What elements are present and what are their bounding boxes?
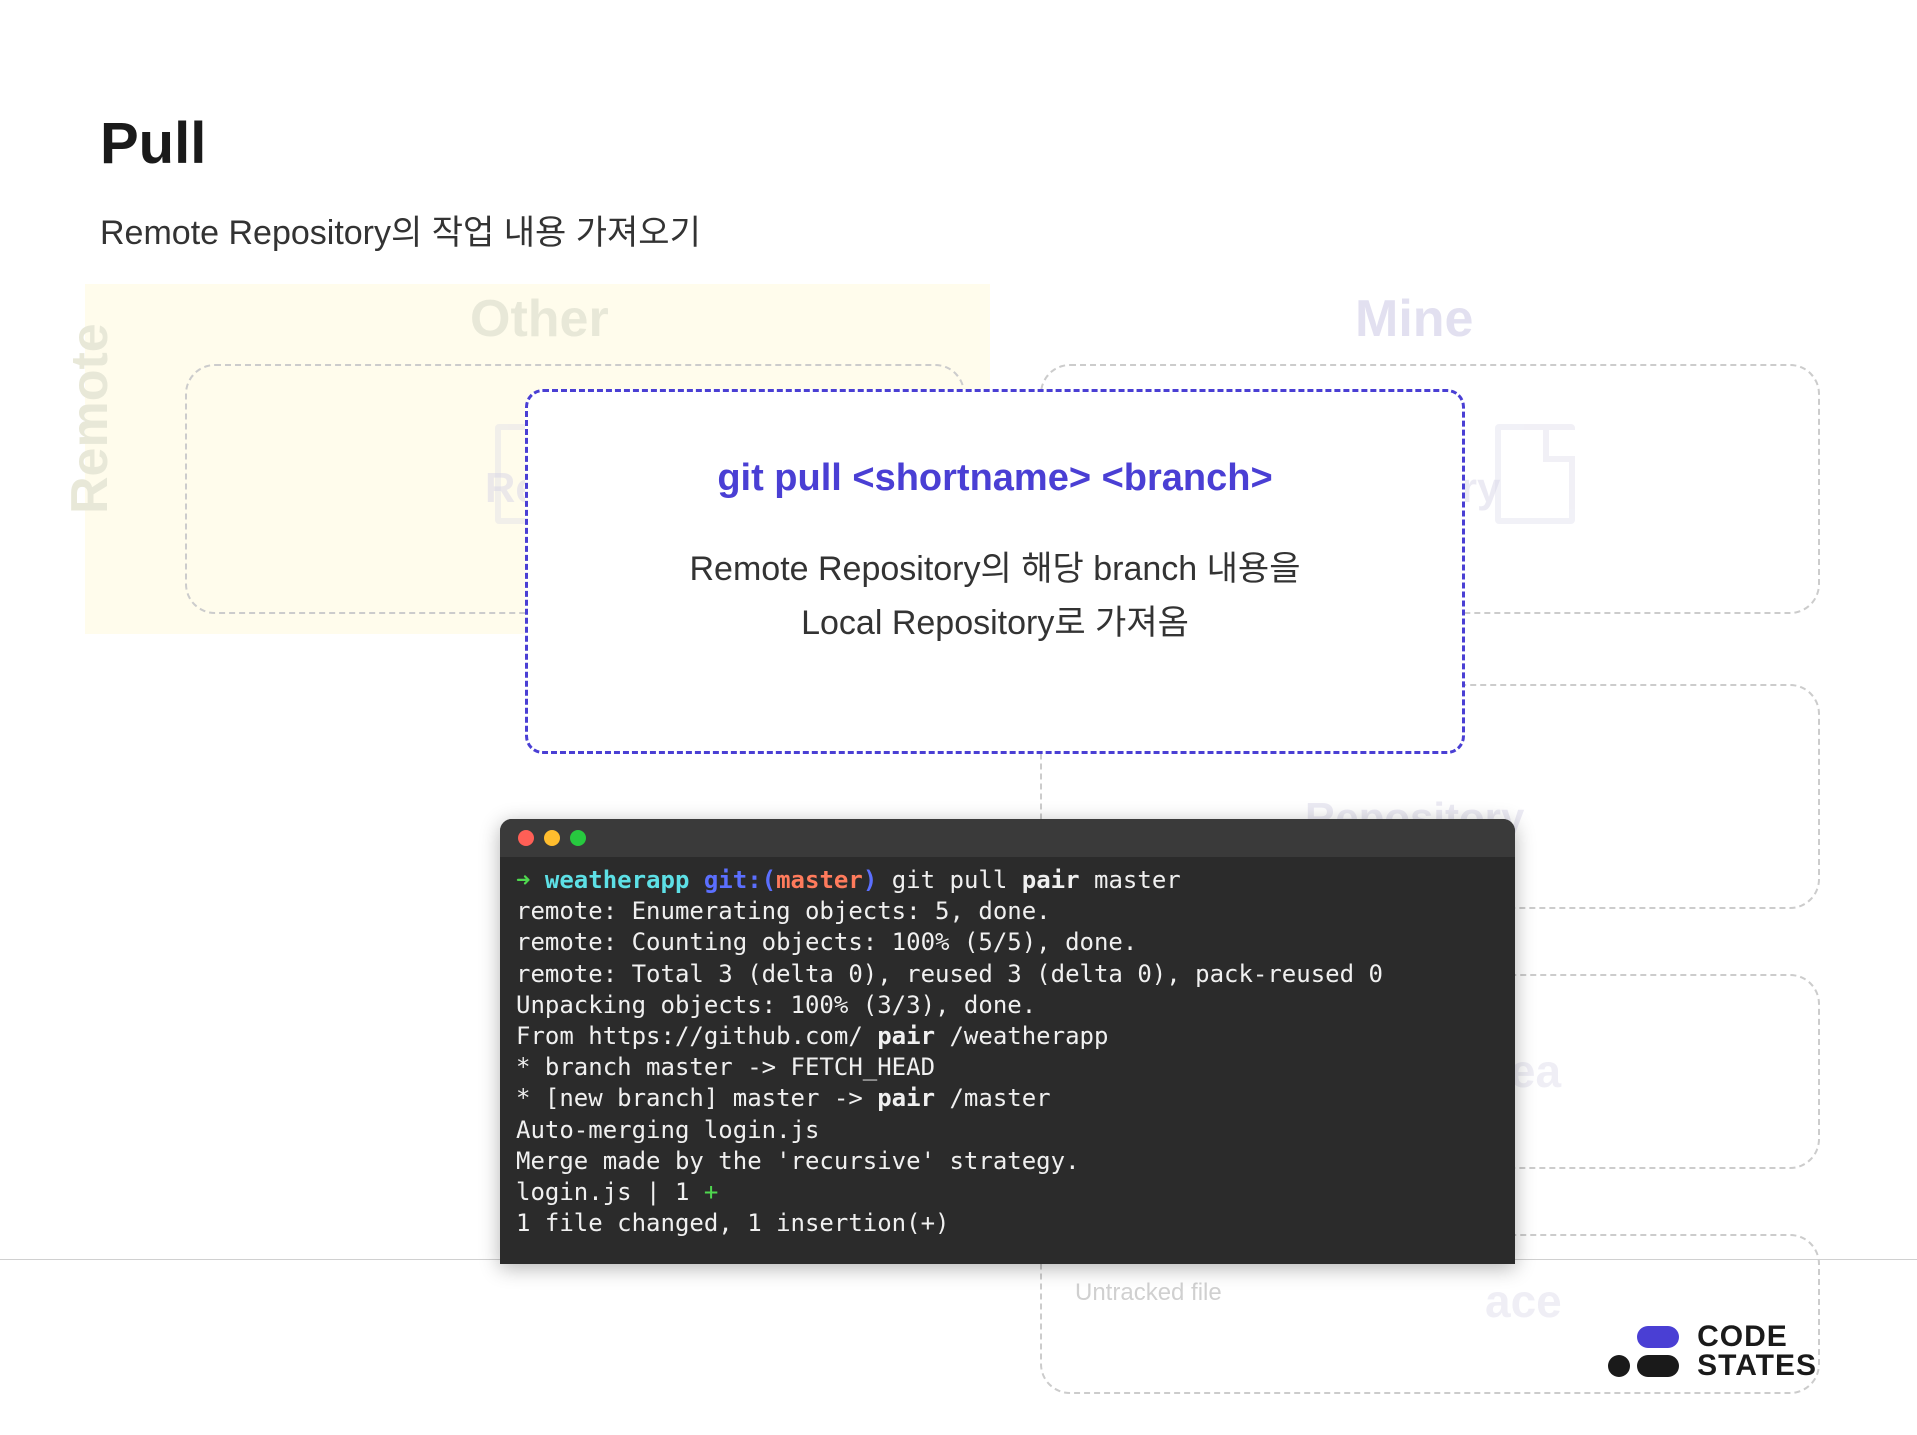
terminal-line: remote: Enumerating objects: 5, done. [516,896,1499,927]
slide-title: Pull [100,110,1817,177]
terminal-line: Unpacking objects: 100% (3/3), done. [516,990,1499,1021]
terminal-remote-name: pair [1022,866,1080,894]
minimize-icon[interactable] [544,830,560,846]
desc-line2: Local Repository로 가져옴 [801,604,1189,642]
close-icon[interactable] [518,830,534,846]
command-description: Remote Repository의 해당 branch 내용을 Local R… [568,542,1422,651]
terminal-line: remote: Counting objects: 100% (5/5), do… [516,927,1499,958]
terminal-line: login.js | 1 + [516,1177,1499,1208]
slide: Pull Remote Repository의 작업 내용 가져오기 Remot… [0,0,1917,1435]
prompt-arrow-icon: ➜ [516,866,530,894]
mine-column-label: Mine [1355,289,1473,349]
terminal-line: 1 file changed, 1 insertion(+) [516,1208,1499,1239]
brand-name: CODE STATES [1697,1323,1817,1380]
untracked-file-label: Untracked file [1075,1279,1222,1307]
terminal-line: Auto-merging login.js [516,1115,1499,1146]
terminal-line: From https://github.com/ pair /weatherap… [516,1021,1499,1052]
prompt-directory: weatherapp [545,866,690,894]
workspace-label: ace [1485,1274,1562,1328]
prompt-git-prefix: git:( [704,866,776,894]
info-callout: git pull <shortname> <branch> Remote Rep… [525,389,1465,754]
terminal-titlebar [500,819,1515,857]
terminal-line: * branch master -> FETCH_HEAD [516,1052,1499,1083]
terminal-output: ➜ weatherapp git:(master) git pull pair … [500,857,1515,1247]
terminal-line: Merge made by the 'recursive' strategy. [516,1146,1499,1177]
diff-plus-icon: + [704,1178,718,1206]
terminal-line: remote: Total 3 (delta 0), reused 3 (del… [516,959,1499,990]
remote-section-label: Remote [60,323,120,514]
desc-line1: Remote Repository의 해당 branch 내용을 [690,550,1301,588]
logo-shapes-icon [1608,1326,1679,1377]
terminal-command: git pull [892,866,1008,894]
diagram-area: Remote Other Mine Rep ory Repository rea… [100,274,1817,1254]
other-column-label: Other [470,289,609,349]
maximize-icon[interactable] [570,830,586,846]
terminal-prompt-line: ➜ weatherapp git:(master) git pull pair … [516,865,1499,896]
git-command: git pull <shortname> <branch> [568,457,1422,500]
prompt-branch: master [776,866,863,894]
slide-subtitle: Remote Repository의 작업 내용 가져오기 [100,205,1817,254]
terminal-window: ➜ weatherapp git:(master) git pull pair … [500,819,1515,1264]
prompt-git-suffix: ) [863,866,877,894]
brand-logo: CODE STATES [1608,1323,1817,1380]
terminal-line: * [new branch] master -> pair /master [516,1083,1499,1114]
repo-folder-icon [1495,424,1575,524]
terminal-branch-arg: master [1094,866,1181,894]
